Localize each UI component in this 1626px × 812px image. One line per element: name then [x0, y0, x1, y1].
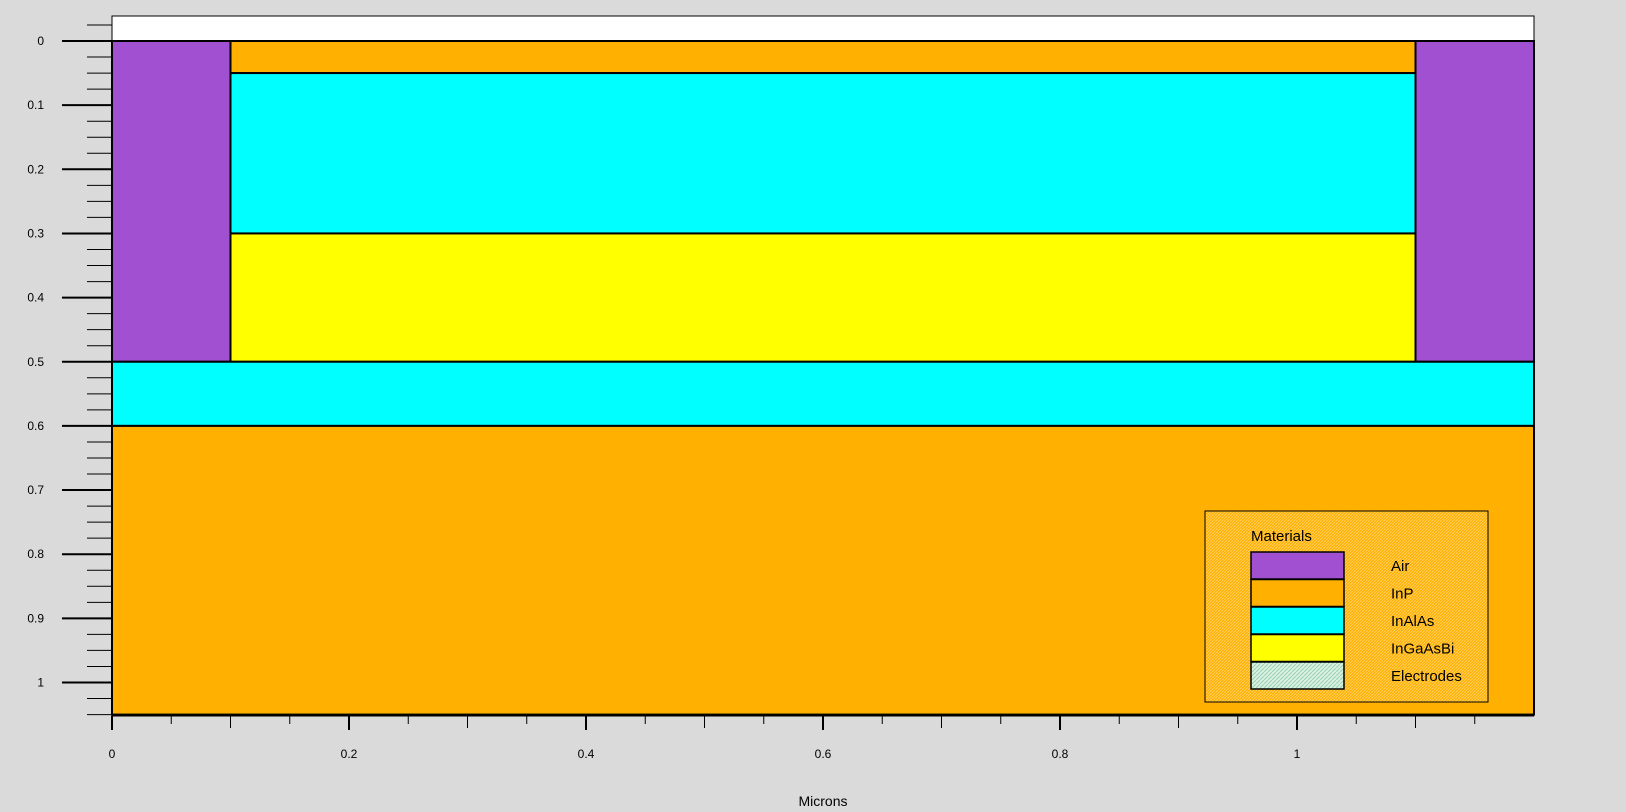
x-tick-label: 0.6	[815, 747, 832, 761]
y-tick-label: 0.7	[27, 483, 44, 497]
region-inp-2	[229, 40, 1417, 75]
region-air-0	[111, 40, 232, 363]
y-tick-label: 0.1	[27, 98, 44, 112]
y-tick-label: 1	[37, 676, 44, 690]
device-structure-plot: 0 0.1 0.2 0.3 0.4 0.5 0.6 0.7 0.8 0.9 1 0 0.2 0.4 0.6…	[0, 0, 1626, 809]
x-axis-label: Microns	[798, 793, 847, 807]
legend-swatch-ingaasbi	[1250, 633, 1345, 663]
legend-title: Materials	[1251, 528, 1312, 545]
legend-label-inp: InP	[1391, 586, 1414, 603]
y-tick-label: 0.3	[27, 226, 44, 240]
x-axis: 0 0.2 0.4 0.6 0.8 1	[109, 715, 1534, 761]
legend-label-inalas: InAlAs	[1391, 613, 1434, 630]
region-inalas-3	[229, 72, 1417, 235]
plot-canvas: 0 0.1 0.2 0.3 0.4 0.5 0.6 0.7 0.8 0.9 1 0 0.2 0.4 0.6…	[27, 15, 1535, 809]
plot-top-band	[111, 15, 1535, 42]
y-tick-label: 0	[37, 34, 44, 48]
x-tick-label: 0	[109, 747, 116, 761]
y-tick-label: 0.4	[27, 291, 44, 305]
region-ingaasbi-4	[229, 232, 1417, 363]
y-tick-label: 0.9	[27, 611, 44, 625]
legend-swatch-air	[1250, 551, 1345, 580]
legend-swatch-inp	[1250, 578, 1345, 608]
y-axis: 0 0.1 0.2 0.3 0.4 0.5 0.6 0.7 0.8 0.9 1	[27, 16, 113, 716]
y-tick-label: 0.5	[27, 355, 44, 369]
y-tick-label: 0.8	[27, 547, 44, 561]
legend-label-ingaasbi: InGaAsBi	[1391, 641, 1454, 658]
legend-label-air: Air	[1391, 558, 1409, 575]
y-tick-label: 0.2	[27, 162, 44, 176]
legend-swatch-inalas	[1250, 606, 1345, 635]
x-tick-label: 1	[1294, 747, 1301, 761]
legend-swatch-electrodes	[1250, 661, 1345, 690]
materials-legend: Materials Air InP InAlAs InGaAsBi Electrodes	[1204, 510, 1489, 703]
region-inalas-5	[111, 360, 1535, 427]
y-tick-label: 0.6	[27, 419, 44, 433]
x-tick-label: 0.2	[341, 747, 358, 761]
legend-label-electrodes: Electrodes	[1391, 668, 1462, 685]
x-tick-label: 0.4	[578, 747, 595, 761]
region-air-1	[1414, 40, 1535, 363]
x-tick-label: 0.8	[1052, 747, 1069, 761]
